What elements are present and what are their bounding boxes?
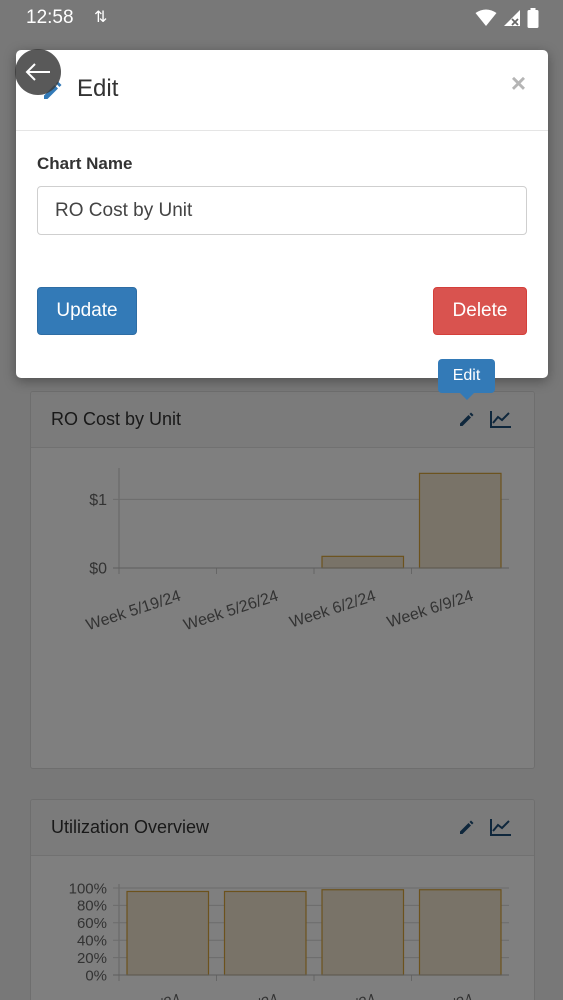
- modal-header: Edit ×: [16, 50, 548, 131]
- modal-title: Edit: [77, 75, 119, 102]
- back-button[interactable]: [15, 49, 61, 95]
- chart-name-input[interactable]: [37, 186, 527, 235]
- signal-icon: [503, 9, 521, 32]
- edit-tooltip: Edit: [438, 359, 495, 400]
- status-bar: 12:58 ⇅: [0, 0, 563, 36]
- battery-icon: [527, 8, 539, 33]
- chart-name-label: Chart Name: [37, 154, 133, 173]
- update-button[interactable]: Update: [37, 287, 137, 335]
- delete-button[interactable]: Delete: [433, 287, 527, 335]
- status-time: 12:58: [26, 7, 74, 28]
- sync-icon: ⇅: [94, 9, 108, 26]
- arrow-left-icon: [25, 63, 50, 81]
- wifi-icon: [475, 9, 497, 32]
- edit-modal: Edit × Chart Name Update Delete: [16, 50, 548, 378]
- close-icon[interactable]: ×: [511, 70, 526, 96]
